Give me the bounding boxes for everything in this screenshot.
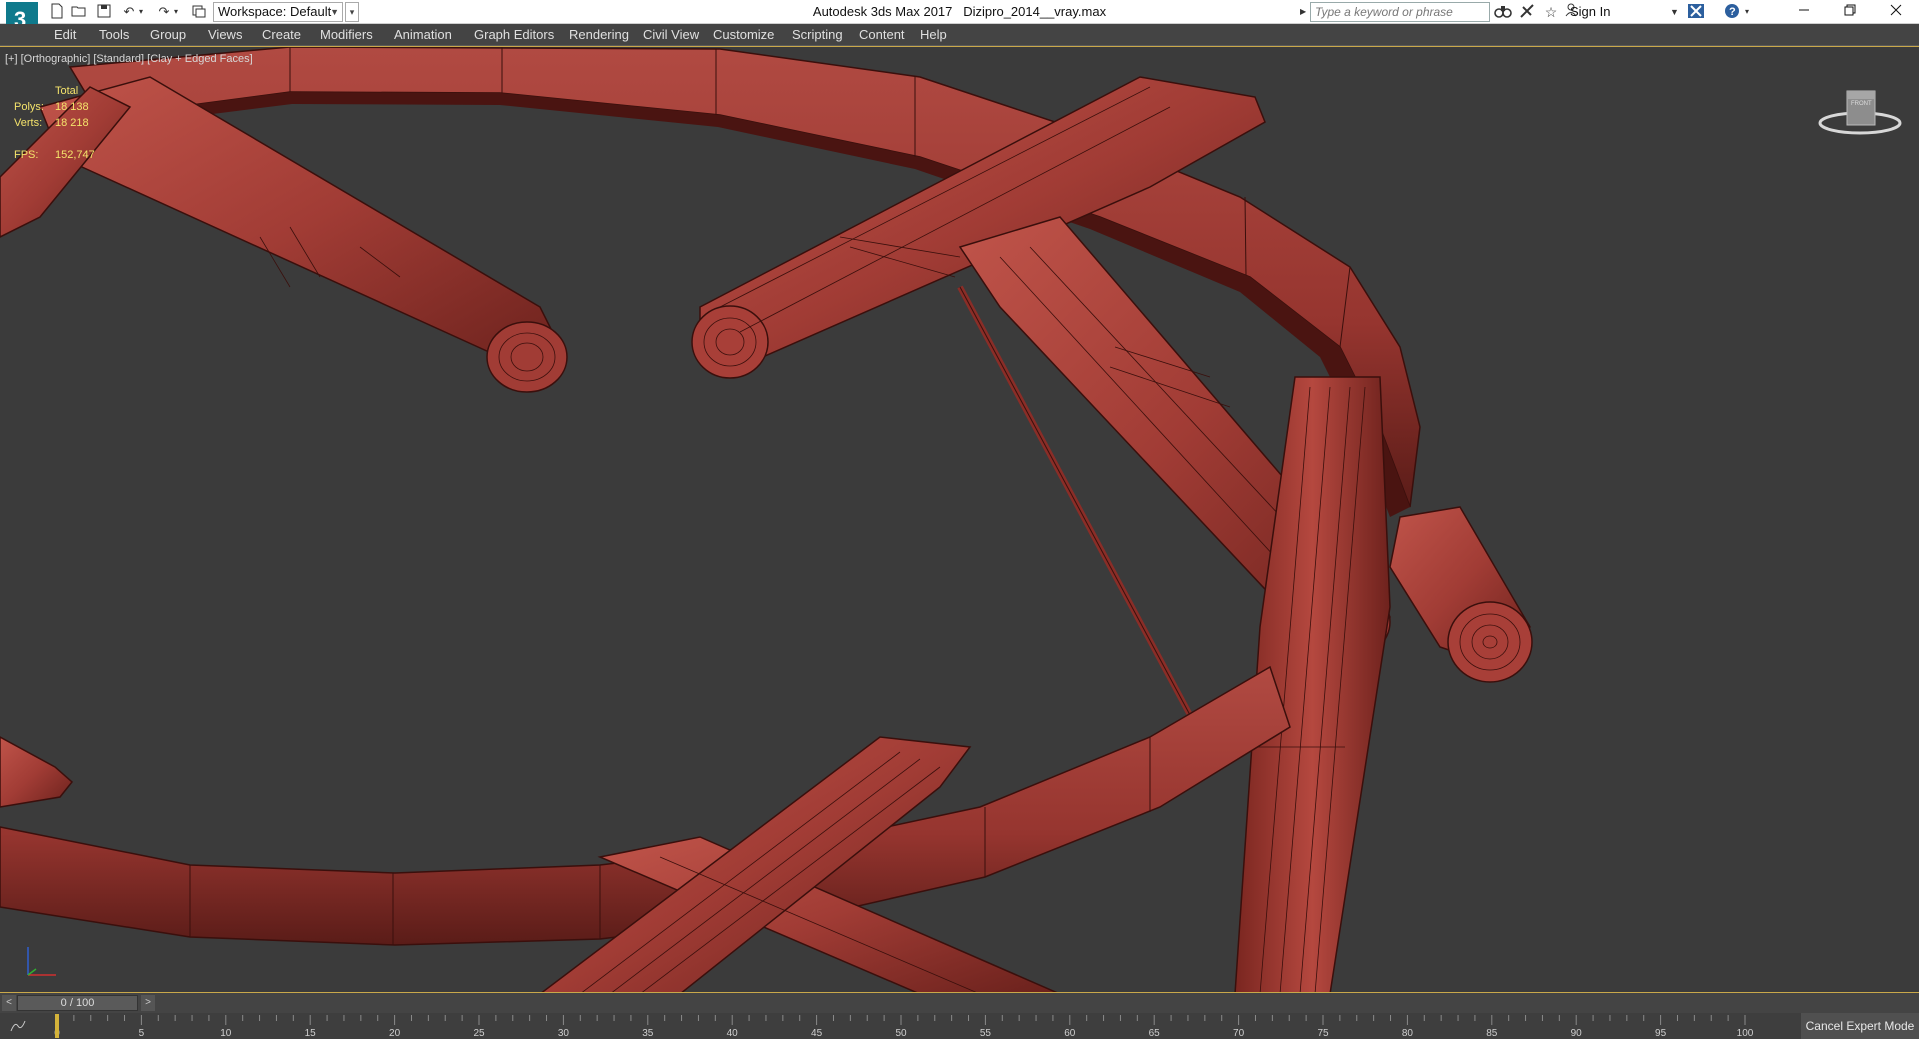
ruler-tick-label: 15 xyxy=(305,1028,317,1039)
file-name: Dizipro_2014__vray.max xyxy=(963,4,1107,19)
3ds-max-window: 3 ↶ ▾ ↷ ▾ Workspace: Default ▼ ▾ Autodes… xyxy=(0,0,1919,1039)
menu-tools[interactable]: Tools xyxy=(99,24,129,46)
ruler-tick-label: 30 xyxy=(558,1028,570,1039)
statistics-overlay: Total Polys: 18 138 Verts: 18 218 FPS: 152,… xyxy=(14,83,154,163)
communication-center-icon[interactable] xyxy=(1517,3,1537,21)
ruler-tick-label: 45 xyxy=(811,1028,823,1039)
help-icon[interactable]: ? xyxy=(1722,3,1742,21)
fps-label: FPS: xyxy=(14,149,39,161)
new-file-icon[interactable] xyxy=(48,3,66,21)
orthographic-viewport[interactable]: [+] [Orthographic] [Standard] [Clay + Ed… xyxy=(0,46,1919,993)
track-bar[interactable]: 0510152025303540455055606570758085909510… xyxy=(0,1013,1919,1039)
axis-tripod-icon xyxy=(27,947,56,976)
binoculars-icon[interactable] xyxy=(1493,3,1513,21)
project-folder-icon[interactable] xyxy=(190,3,208,21)
ruler-tick-label: 75 xyxy=(1317,1028,1329,1039)
favorites-star-icon[interactable]: ☆ xyxy=(1541,3,1561,21)
cancel-expert-mode-button[interactable]: Cancel Expert Mode xyxy=(1801,1013,1919,1039)
curve-editor-icon[interactable] xyxy=(10,1019,26,1036)
workspace-dropdown[interactable]: Workspace: Default ▼ xyxy=(213,2,343,22)
ruler-tick-label: 10 xyxy=(220,1028,232,1039)
autodesk-exchange-icon[interactable] xyxy=(1686,3,1706,21)
chevron-down-icon: ▼ xyxy=(330,7,339,17)
ruler-tick-label: 50 xyxy=(895,1028,907,1039)
next-frame-button[interactable]: > xyxy=(141,995,155,1011)
redo-dropdown-icon[interactable]: ▾ xyxy=(171,3,181,21)
ruler-tick-label: 65 xyxy=(1149,1028,1161,1039)
menu-group[interactable]: Group xyxy=(150,24,186,46)
ruler-tick-label: 95 xyxy=(1655,1028,1667,1039)
app-name: Autodesk 3ds Max 2017 xyxy=(812,4,953,19)
bottom-left-stub xyxy=(0,736,74,808)
ruler-tick-label: 85 xyxy=(1486,1028,1498,1039)
verts-label: Verts: xyxy=(14,117,43,129)
stats-header: Total xyxy=(55,85,79,97)
restore-button[interactable] xyxy=(1827,0,1873,24)
save-icon[interactable] xyxy=(95,3,113,21)
minimize-button[interactable] xyxy=(1781,0,1827,24)
viewcube-face-label: FRONT xyxy=(1851,101,1872,107)
chevron-down-icon[interactable]: ▼ xyxy=(1670,3,1679,21)
menu-content[interactable]: Content xyxy=(859,24,905,46)
workspace-menu-icon[interactable]: ▾ xyxy=(345,2,359,22)
help-dropdown-icon[interactable]: ▾ xyxy=(1742,3,1752,21)
menu-modifiers[interactable]: Modifiers xyxy=(320,24,373,46)
viewport-label-menu[interactable]: [+] [Orthographic] [Standard] [Clay + Ed… xyxy=(5,53,253,65)
previous-frame-button[interactable]: < xyxy=(2,995,16,1011)
workspace-label: Workspace: Default xyxy=(218,4,332,19)
polys-label: Polys: xyxy=(14,101,44,113)
time-slider[interactable]: 0 / 100 xyxy=(17,995,138,1011)
ruler-tick-label: 80 xyxy=(1402,1028,1414,1039)
fps-value: 152,747 xyxy=(55,149,95,161)
menu-animation[interactable]: Animation xyxy=(394,24,452,46)
menu-scripting[interactable]: Scripting xyxy=(792,24,843,46)
svg-text:?: ? xyxy=(1729,6,1736,18)
polys-value: 18 138 xyxy=(55,101,89,113)
ruler-tick-label: 20 xyxy=(389,1028,401,1039)
viewcube-icon[interactable]: FRONT xyxy=(1815,81,1905,141)
undo-dropdown-icon[interactable]: ▾ xyxy=(136,3,146,21)
ruler-tick-label: 35 xyxy=(642,1028,654,1039)
ruler-tick-label: 70 xyxy=(1233,1028,1245,1039)
menu-customize[interactable]: Customize xyxy=(713,24,774,46)
menu-create[interactable]: Create xyxy=(262,24,301,46)
ruler-tick-label: 25 xyxy=(473,1028,485,1039)
search-input[interactable]: Type a keyword or phrase xyxy=(1310,2,1490,22)
current-frame-marker[interactable] xyxy=(55,1014,59,1038)
menu-help[interactable]: Help xyxy=(920,24,947,46)
ruler-tick-label: 5 xyxy=(139,1028,145,1039)
ruler-tick-label: 60 xyxy=(1064,1028,1076,1039)
ruler-tick-label: 100 xyxy=(1737,1028,1754,1039)
ruler-tick-label: 55 xyxy=(980,1028,992,1039)
open-file-icon[interactable] xyxy=(70,3,88,21)
right-stub-tube xyxy=(1389,506,1533,683)
menu-bar: Edit Tools Group Views Create Modifiers … xyxy=(0,24,1919,46)
menu-graph-editors[interactable]: Graph Editors xyxy=(474,24,554,46)
menu-civil-view[interactable]: Civil View xyxy=(643,24,699,46)
menu-views[interactable]: Views xyxy=(208,24,242,46)
menu-edit[interactable]: Edit xyxy=(54,24,76,46)
menu-rendering[interactable]: Rendering xyxy=(569,24,629,46)
search-expand-icon[interactable]: ▶ xyxy=(1300,3,1308,21)
ruler-tick-label: 90 xyxy=(1571,1028,1583,1039)
sign-in-button[interactable]: Sign In xyxy=(1570,3,1610,21)
time-slider-bar: < 0 / 100 > xyxy=(0,993,1919,1013)
verts-value: 18 218 xyxy=(55,117,89,129)
scene-geometry[interactable] xyxy=(0,47,1919,993)
close-button[interactable] xyxy=(1873,0,1919,24)
bottom-ring xyxy=(0,665,1291,946)
title-bar: 3 ↶ ▾ ↷ ▾ Workspace: Default ▼ ▾ Autodes… xyxy=(0,0,1919,44)
frame-ruler[interactable]: 0510152025303540455055606570758085909510… xyxy=(0,1013,1800,1039)
ruler-tick-label: 40 xyxy=(727,1028,739,1039)
